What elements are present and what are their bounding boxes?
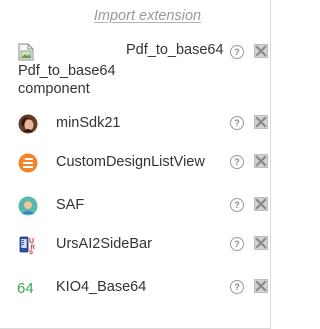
delete-component-button[interactable] (254, 197, 268, 211)
close-icon (255, 237, 267, 249)
help-icon[interactable]: ? (230, 45, 244, 59)
close-icon (255, 45, 267, 57)
close-icon (255, 280, 267, 292)
component-name: CustomDesignListView (56, 154, 205, 170)
close-icon (255, 116, 267, 128)
help-icon[interactable]: ? (230, 155, 244, 169)
broken-image-alt-text: Pdf_to_base64 component (18, 63, 116, 97)
delete-component-button[interactable] (254, 279, 268, 293)
component-row-ursai2sidebar[interactable]: U R S UrsAI2SideBar ? (0, 228, 271, 262)
component-row-customdesignlistview[interactable]: CustomDesignListView ? (0, 146, 271, 180)
component-row-pdf-to-base64[interactable]: Pdf_to_base64 component Pdf_to_base64 ? (0, 40, 271, 102)
broken-image-icon (18, 43, 34, 61)
component-row-kio4-base64[interactable]: 64 KIO4_Base64 ? (0, 271, 271, 305)
component-row-saf[interactable]: SAF ? (0, 189, 271, 223)
component-name: SAF (56, 197, 85, 213)
extensions-panel: Import extension Pdf_to_base64 component… (0, 0, 271, 329)
import-extension-link[interactable]: Import extension (0, 8, 271, 24)
component-name: UrsAI2SideBar (56, 236, 152, 252)
component-name: minSdk21 (56, 115, 121, 131)
avatar-person-icon (18, 196, 38, 216)
component-name: Pdf_to_base64 (126, 42, 224, 58)
delete-component-button[interactable] (254, 44, 268, 58)
close-icon (255, 198, 267, 210)
component-name: KIO4_Base64 (56, 279, 147, 295)
help-icon[interactable]: ? (230, 198, 244, 212)
help-icon[interactable]: ? (230, 116, 244, 130)
delete-component-button[interactable] (254, 115, 268, 129)
delete-component-button[interactable] (254, 236, 268, 250)
close-icon (255, 155, 267, 167)
delete-component-button[interactable] (254, 154, 268, 168)
component-row-minsdk21[interactable]: minSdk21 ? (0, 107, 271, 141)
sidebar-phone-icon: U R S (19, 236, 36, 255)
number-64-icon: 64 (17, 280, 34, 297)
custom-design-orange-icon (18, 153, 38, 173)
avatar-photo-icon (18, 114, 38, 134)
svg-text:S: S (29, 250, 33, 255)
svg-text:U: U (29, 238, 34, 245)
help-icon[interactable]: ? (230, 237, 244, 251)
help-icon[interactable]: ? (230, 280, 244, 294)
